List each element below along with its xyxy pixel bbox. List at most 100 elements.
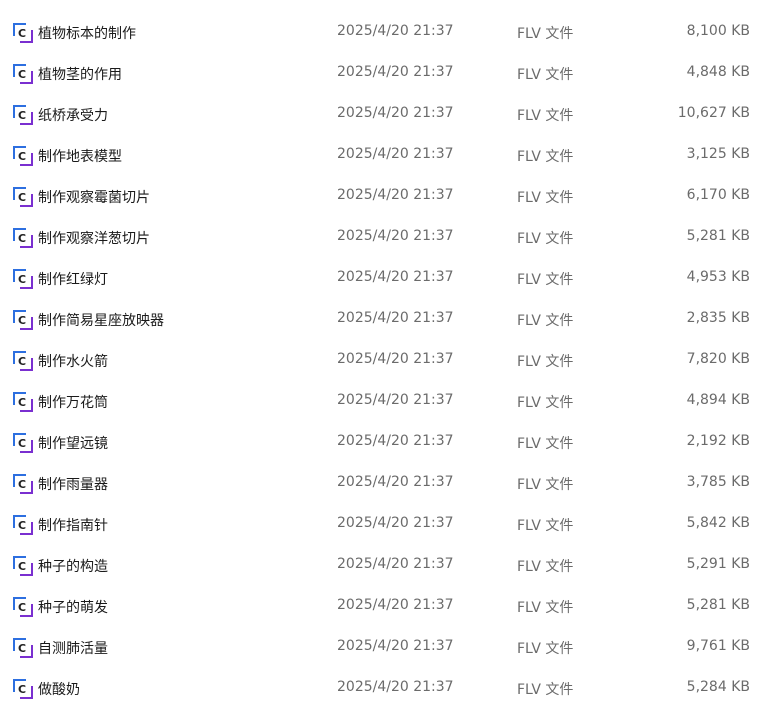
svg-text:C: C [18,191,26,204]
video-file-icon: C [12,186,34,208]
file-row[interactable]: C 制作红绿灯 2025/4/20 21:37 FLV 文件 4,953 KB [0,258,764,299]
file-type: FLV 文件 [517,641,574,657]
file-row[interactable]: C 种子的构造 2025/4/20 21:37 FLV 文件 5,291 KB [0,545,764,586]
svg-text:C: C [18,519,26,532]
file-name[interactable]: 做酸奶 [38,679,80,699]
file-size: 5,842 KB [686,515,750,531]
file-type: FLV 文件 [517,354,574,370]
file-size: 4,848 KB [686,64,750,80]
file-modified-date: 2025/4/20 21:37 [337,515,454,531]
file-name[interactable]: 制作望远镜 [38,433,108,453]
file-type: FLV 文件 [517,436,574,452]
file-modified-date: 2025/4/20 21:37 [337,310,454,326]
file-size: 2,192 KB [686,433,750,449]
file-row[interactable]: C 制作观察洋葱切片 2025/4/20 21:37 FLV 文件 5,281 KB [0,217,764,258]
svg-text:C: C [18,68,26,81]
video-file-icon: C [12,145,34,167]
file-name[interactable]: 制作水火箭 [38,351,108,371]
svg-text:C: C [18,560,26,573]
file-modified-date: 2025/4/20 21:37 [337,105,454,121]
svg-text:C: C [18,150,26,163]
video-file-icon: C [12,678,34,700]
video-file-icon: C [12,514,34,536]
file-modified-date: 2025/4/20 21:37 [337,474,454,490]
video-file-icon: C [12,391,34,413]
file-row[interactable]: C 制作雨量器 2025/4/20 21:37 FLV 文件 3,785 KB [0,463,764,504]
video-file-icon: C [12,268,34,290]
file-type: FLV 文件 [517,149,574,165]
file-row[interactable]: C 植物茎的作用 2025/4/20 21:37 FLV 文件 4,848 KB [0,53,764,94]
file-name[interactable]: 制作雨量器 [38,474,108,494]
file-modified-date: 2025/4/20 21:37 [337,64,454,80]
file-type: FLV 文件 [517,231,574,247]
video-file-icon: C [12,309,34,331]
file-name[interactable]: 纸桥承受力 [38,105,108,125]
file-modified-date: 2025/4/20 21:37 [337,556,454,572]
file-modified-date: 2025/4/20 21:37 [337,597,454,613]
file-name[interactable]: 制作简易星座放映器 [38,310,164,330]
file-size: 3,125 KB [686,146,750,162]
file-row[interactable]: C 制作简易星座放映器 2025/4/20 21:37 FLV 文件 2,835 KB [0,299,764,340]
video-file-icon: C [12,473,34,495]
svg-text:C: C [18,355,26,368]
file-type: FLV 文件 [517,395,574,411]
file-modified-date: 2025/4/20 21:37 [337,269,454,285]
svg-text:C: C [18,683,26,696]
video-file-icon: C [12,63,34,85]
video-file-icon: C [12,596,34,618]
file-row[interactable]: C 纸桥承受力 2025/4/20 21:37 FLV 文件 10,627 KB [0,94,764,135]
svg-text:C: C [18,601,26,614]
file-modified-date: 2025/4/20 21:37 [337,23,454,39]
video-file-icon: C [12,637,34,659]
file-type: FLV 文件 [517,190,574,206]
file-size: 7,820 KB [686,351,750,367]
file-type: FLV 文件 [517,67,574,83]
svg-text:C: C [18,642,26,655]
file-name[interactable]: 种子的构造 [38,556,108,576]
file-name[interactable]: 制作观察霉菌切片 [38,187,150,207]
video-file-icon: C [12,104,34,126]
file-row[interactable]: C 种子的萌发 2025/4/20 21:37 FLV 文件 5,281 KB [0,586,764,627]
file-size: 3,785 KB [686,474,750,490]
file-row[interactable]: C 制作水火箭 2025/4/20 21:37 FLV 文件 7,820 KB [0,340,764,381]
file-modified-date: 2025/4/20 21:37 [337,679,454,695]
file-size: 5,284 KB [686,679,750,695]
video-file-icon: C [12,227,34,249]
file-name[interactable]: 植物茎的作用 [38,64,122,84]
file-type: FLV 文件 [517,26,574,42]
file-size: 8,100 KB [686,23,750,39]
file-row[interactable]: C 制作指南针 2025/4/20 21:37 FLV 文件 5,842 KB [0,504,764,545]
svg-text:C: C [18,273,26,286]
file-name[interactable]: 制作地表模型 [38,146,122,166]
file-modified-date: 2025/4/20 21:37 [337,187,454,203]
file-type: FLV 文件 [517,108,574,124]
file-size: 5,281 KB [686,597,750,613]
file-modified-date: 2025/4/20 21:37 [337,351,454,367]
file-name[interactable]: 自测肺活量 [38,638,108,658]
file-row[interactable]: C 制作望远镜 2025/4/20 21:37 FLV 文件 2,192 KB [0,422,764,463]
file-size: 6,170 KB [686,187,750,203]
file-row[interactable]: C 制作观察霉菌切片 2025/4/20 21:37 FLV 文件 6,170 KB [0,176,764,217]
file-modified-date: 2025/4/20 21:37 [337,433,454,449]
file-name[interactable]: 制作观察洋葱切片 [38,228,150,248]
file-name[interactable]: 制作红绿灯 [38,269,108,289]
svg-text:C: C [18,396,26,409]
file-row[interactable]: C 自测肺活量 2025/4/20 21:37 FLV 文件 9,761 KB [0,627,764,668]
file-modified-date: 2025/4/20 21:37 [337,392,454,408]
file-name[interactable]: 植物标本的制作 [38,23,136,43]
svg-text:C: C [18,27,26,40]
file-name[interactable]: 制作指南针 [38,515,108,535]
file-name[interactable]: 制作万花筒 [38,392,108,412]
file-name[interactable]: 种子的萌发 [38,597,108,617]
file-type: FLV 文件 [517,313,574,329]
file-row[interactable]: C 制作万花筒 2025/4/20 21:37 FLV 文件 4,894 KB [0,381,764,422]
svg-text:C: C [18,232,26,245]
file-row[interactable]: C 植物标本的制作 2025/4/20 21:37 FLV 文件 8,100 KB [0,12,764,53]
svg-text:C: C [18,478,26,491]
video-file-icon: C [12,350,34,372]
video-file-icon: C [12,555,34,577]
video-file-icon: C [12,22,34,44]
file-row[interactable]: C 制作地表模型 2025/4/20 21:37 FLV 文件 3,125 KB [0,135,764,176]
file-type: FLV 文件 [517,600,574,616]
file-row[interactable]: C 做酸奶 2025/4/20 21:37 FLV 文件 5,284 KB [0,668,764,709]
